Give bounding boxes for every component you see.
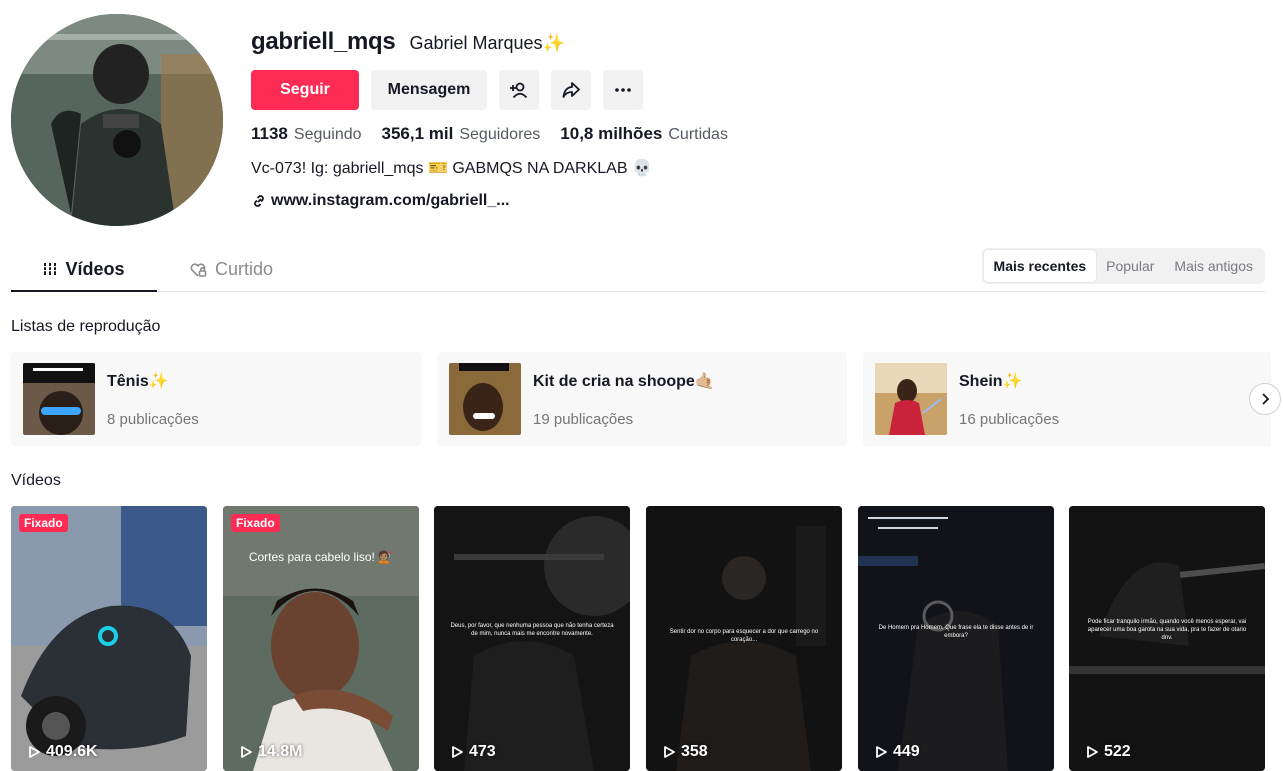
grid-icon <box>43 263 58 275</box>
profile-link-text: www.instagram.com/gabriell_... <box>271 192 510 209</box>
playlist-thumbnail <box>449 363 521 435</box>
chevron-right-icon <box>1262 393 1270 405</box>
view-count: 409.6K <box>27 743 98 761</box>
play-icon <box>664 746 675 758</box>
share-icon <box>562 82 580 98</box>
add-user-icon <box>510 82 528 99</box>
stat-label: Seguidores <box>459 126 541 143</box>
play-icon <box>241 746 252 758</box>
playlist-count: 19 publicações <box>533 411 634 428</box>
video-card[interactable]: Sentir dor no corpo para esquecer a dor … <box>646 506 842 771</box>
stat-value: 10,8 milhões <box>560 124 663 143</box>
sort-oldest[interactable]: Mais antigos <box>1164 250 1263 282</box>
view-count-text: 473 <box>469 743 496 760</box>
playlist-card[interactable]: Tênis✨ 8 publicações <box>11 352 421 446</box>
stat-label: Seguindo <box>293 126 362 143</box>
video-caption: Sentir dor no corpo para esquecer a dor … <box>669 629 819 643</box>
video-card[interactable]: De Homem pra Homem. Que frase ela te dis… <box>858 506 1054 771</box>
view-count-text: 449 <box>893 743 920 760</box>
stat-likes: 10,8 milhões Curtidas <box>560 124 728 144</box>
playlist-card[interactable]: Kit de cria na shoope🤙🏼 19 publicações <box>437 352 847 446</box>
playlist-card[interactable]: Shein✨ 16 publicações <box>863 352 1271 446</box>
playlist-count: 16 publicações <box>959 411 1060 428</box>
tab-videos[interactable]: Vídeos <box>11 248 157 292</box>
follow-button[interactable]: Seguir <box>251 70 359 110</box>
profile-stats: 1138 Seguindo 356,1 mil Seguidores 10,8 mi… <box>251 124 1263 144</box>
share-button[interactable] <box>551 70 591 110</box>
video-caption: Deus, por favor, que nenhuma pessoa que … <box>450 623 614 637</box>
view-count-text: 522 <box>1104 743 1131 760</box>
video-caption: Pode ficar tranquilo irmão, quando você … <box>1087 619 1247 641</box>
playlist-title: Kit de cria na shoope🤙🏼 <box>533 373 715 390</box>
sort-recent[interactable]: Mais recentes <box>983 250 1097 282</box>
more-icon <box>615 88 631 92</box>
view-count-text: 14.8M <box>258 743 303 760</box>
tab-videos-label: Vídeos <box>65 258 125 279</box>
video-card[interactable]: Pode ficar tranquilo irmão, quando você … <box>1069 506 1265 771</box>
pinned-badge: Fixado <box>231 514 280 532</box>
stat-value: 1138 <box>251 124 288 143</box>
playlist-title: Shein✨ <box>959 373 1023 390</box>
videos-heading: Vídeos <box>11 472 61 489</box>
tab-liked-label: Curtido <box>215 259 274 279</box>
sort-popular[interactable]: Popular <box>1096 250 1164 282</box>
video-caption: De Homem pra Homem. Que frase ela te dis… <box>878 625 1034 639</box>
profile-info: gabriell_mqs Gabriel Marques✨ Seguir Men… <box>251 28 1263 210</box>
username: gabriell_mqs <box>251 28 396 55</box>
message-button[interactable]: Mensagem <box>371 70 487 110</box>
stat-value: 356,1 mil <box>381 124 454 143</box>
profile-avatar[interactable] <box>11 14 223 226</box>
view-count: 14.8M <box>239 743 302 761</box>
view-count: 522 <box>1085 743 1131 761</box>
stat-label: Curtidas <box>668 126 728 143</box>
play-icon <box>876 746 887 758</box>
name-row: gabriell_mqs Gabriel Marques✨ <box>251 28 1263 60</box>
stat-following[interactable]: 1138 Seguindo <box>251 124 362 144</box>
view-count: 358 <box>662 743 708 761</box>
link-icon <box>254 195 264 207</box>
playlists-heading: Listas de reprodução <box>11 318 161 335</box>
more-button[interactable] <box>603 70 643 110</box>
play-icon <box>1087 746 1098 758</box>
view-count-text: 358 <box>681 743 708 760</box>
playlist-next-button[interactable] <box>1249 383 1281 415</box>
view-count: 473 <box>450 743 496 761</box>
playlist-thumbnail <box>875 363 947 435</box>
playlist-title: Tênis✨ <box>107 373 169 390</box>
playlist-thumbnail <box>23 363 95 435</box>
video-card[interactable]: Fixado Cortes para cabelo liso! 💇🏽 14.8M <box>223 506 419 771</box>
view-count-text: 409.6K <box>46 743 98 760</box>
sort-selector: Mais recentes Popular Mais antigos <box>981 248 1265 284</box>
stat-followers[interactable]: 356,1 mil Seguidores <box>382 124 541 144</box>
heart-lock-icon <box>190 262 207 277</box>
pinned-badge: Fixado <box>19 514 68 532</box>
action-buttons: Seguir Mensagem <box>251 70 1263 110</box>
video-card[interactable]: Fixado 409.6K <box>11 506 207 771</box>
playlist-count: 8 publicações <box>107 411 199 428</box>
nickname: Gabriel Marques✨ <box>409 33 565 53</box>
video-caption: Cortes para cabelo liso! 💇🏽 <box>248 550 394 564</box>
play-icon <box>29 746 40 758</box>
tab-liked[interactable]: Curtido <box>189 248 273 291</box>
add-friend-button[interactable] <box>499 70 539 110</box>
content-tabs: Vídeos Curtido Mais recentes Popular Mai… <box>11 248 1265 292</box>
play-icon <box>452 746 463 758</box>
playlists-row: Tênis✨ 8 publicações Kit de cria na shoo… <box>11 352 1271 446</box>
video-card[interactable]: Deus, por favor, que nenhuma pessoa que … <box>434 506 630 771</box>
view-count: 449 <box>874 743 920 761</box>
profile-bio: Vc-073! Ig: gabriell_mqs 🎫 GABMQS NA DAR… <box>251 160 652 177</box>
profile-link[interactable]: www.instagram.com/gabriell_... <box>251 192 1263 210</box>
video-grid: Fixado 409.6K Fixado Cortes para cabelo … <box>11 506 1271 771</box>
